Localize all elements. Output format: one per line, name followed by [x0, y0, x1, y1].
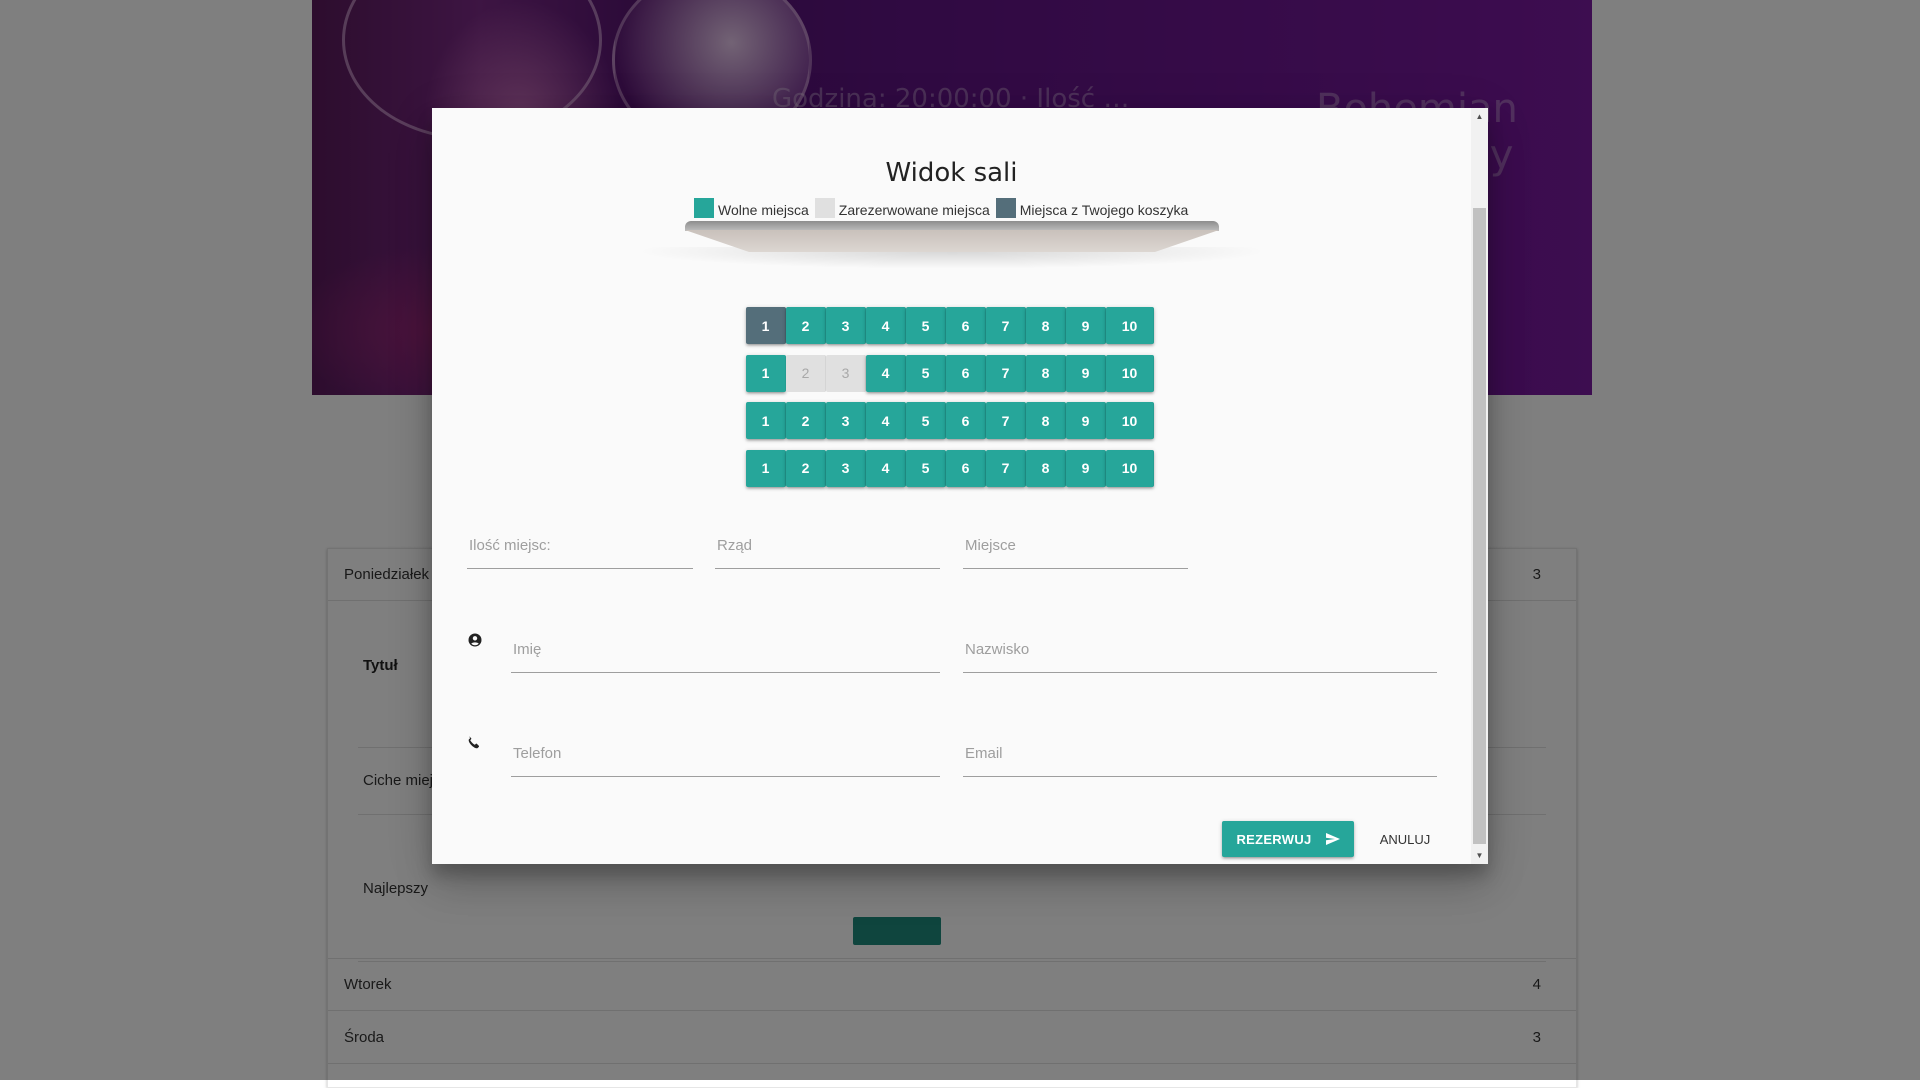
last-name-input[interactable] [963, 629, 1437, 669]
seat-reserved: 2 [786, 354, 826, 392]
seat-free[interactable]: 7 [986, 449, 1026, 487]
seat-legend: Wolne miejsca Zarezerwowane miejsca Miej… [694, 198, 1194, 222]
seat-free[interactable]: 1 [746, 449, 786, 487]
seat-free[interactable]: 1 [746, 354, 786, 392]
seat-free[interactable]: 9 [1066, 307, 1106, 344]
reserve-button[interactable]: REZERWUJ [1222, 821, 1354, 857]
account-circle-icon [468, 633, 482, 647]
seat-free[interactable]: 7 [986, 307, 1026, 344]
seat-free[interactable]: 5 [906, 354, 946, 392]
seat-free[interactable]: 10 [1106, 402, 1154, 440]
legend-reserved: Zarezerwowane miejsca [814, 198, 990, 218]
seat-row: 1 2 3 4 5 6 7 8 9 10 [746, 402, 1166, 440]
free-seat-swatch [694, 198, 714, 218]
phone-field [511, 733, 940, 777]
seat-free[interactable]: 6 [946, 354, 986, 392]
seat-free[interactable]: 2 [786, 449, 826, 487]
scrollbar-thumb[interactable] [1473, 208, 1486, 844]
seat-free[interactable]: 9 [1066, 354, 1106, 392]
seat-cart[interactable]: 1 [746, 307, 786, 344]
seat-free[interactable]: 5 [906, 402, 946, 440]
seat-free[interactable]: 5 [906, 307, 946, 344]
seat-row: 1 2 3 4 5 6 7 8 9 10 [746, 449, 1166, 488]
seat-free[interactable]: 2 [786, 402, 826, 440]
first-name-field [511, 629, 940, 673]
cart-seat-swatch [995, 198, 1016, 218]
seat-count-field [467, 525, 693, 569]
seat-free[interactable]: 8 [1026, 449, 1066, 487]
seat-free[interactable]: 8 [1026, 402, 1066, 440]
seat-count-input[interactable] [467, 525, 693, 565]
scroll-up-arrow-icon[interactable]: ▲ [1471, 108, 1488, 125]
seat-number-input[interactable] [963, 525, 1188, 565]
reserve-button-label: REZERWUJ [1236, 831, 1312, 847]
legend-cart-label: Miejsca z Twojego koszyka [1019, 202, 1189, 218]
seat-free[interactable]: 6 [946, 307, 986, 344]
seat-free[interactable]: 4 [866, 354, 906, 392]
legend-free-label: Wolne miejsca [718, 202, 809, 218]
seat-field [963, 525, 1188, 569]
last-name-field [963, 629, 1437, 673]
seat-free[interactable]: 10 [1106, 449, 1154, 487]
seat-free[interactable]: 4 [866, 449, 906, 487]
seat-free[interactable]: 3 [826, 449, 866, 487]
legend-reserved-label: Zarezerwowane miejsca [838, 202, 990, 218]
modal-scrollbar[interactable]: ▲ ▼ [1471, 108, 1488, 864]
seat-free[interactable]: 7 [986, 402, 1026, 440]
seat-free[interactable]: 2 [786, 307, 826, 344]
seat-map: 1 2 3 4 5 6 7 8 9 10 1 2 3 4 5 6 7 8 9 10 1 2 3 4 5 6 7 8 9 10 1 2 3 4 5 6 7… [746, 307, 1166, 497]
seat-reserved: 3 [826, 354, 866, 392]
seat-free[interactable]: 4 [866, 307, 906, 344]
seat-free[interactable]: 6 [946, 402, 986, 440]
phone-icon [468, 736, 480, 749]
seat-free[interactable]: 6 [946, 449, 986, 487]
scroll-down-arrow-icon[interactable]: ▼ [1471, 847, 1488, 864]
seat-free[interactable]: 1 [746, 402, 786, 440]
seat-free[interactable]: 5 [906, 449, 946, 487]
reserved-seat-swatch [814, 198, 835, 218]
seat-free[interactable]: 8 [1026, 307, 1066, 344]
seat-free[interactable]: 4 [866, 402, 906, 440]
seat-free[interactable]: 9 [1066, 449, 1106, 487]
seat-free[interactable]: 10 [1106, 354, 1154, 392]
screen-surface [685, 230, 1219, 252]
legend-cart: Miejsca z Twojego koszyka [995, 198, 1189, 218]
screen-bar [685, 221, 1219, 231]
cancel-button-label: ANULUJ [1379, 831, 1431, 847]
first-name-input[interactable] [511, 629, 940, 669]
row-input[interactable] [715, 525, 940, 565]
seat-reservation-modal: ▲ ▼ Widok sali Wolne miejsca Zarezerwowa… [432, 108, 1488, 864]
modal-title: Widok sali [885, 158, 1018, 188]
seat-free[interactable]: 3 [826, 402, 866, 440]
phone-input[interactable] [511, 733, 940, 773]
email-field [963, 733, 1437, 777]
seat-row: 1 2 3 4 5 6 7 8 9 10 [746, 307, 1166, 345]
email-input[interactable] [963, 733, 1437, 773]
cancel-button[interactable]: ANULUJ [1368, 821, 1442, 857]
seat-free[interactable]: 10 [1106, 307, 1154, 344]
seat-row: 1 2 3 4 5 6 7 8 9 10 [746, 354, 1166, 393]
seat-free[interactable]: 8 [1026, 354, 1066, 392]
seat-free[interactable]: 9 [1066, 402, 1106, 440]
send-icon [1325, 833, 1340, 845]
cinema-screen [635, 221, 1269, 269]
row-field [715, 525, 940, 569]
seat-free[interactable]: 7 [986, 354, 1026, 392]
seat-free[interactable]: 3 [826, 307, 866, 344]
legend-free: Wolne miejsca [694, 198, 809, 218]
